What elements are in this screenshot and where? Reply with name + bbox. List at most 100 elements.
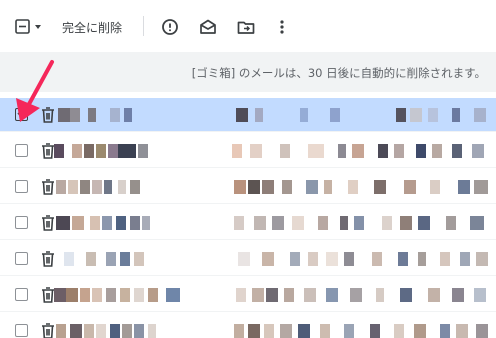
- blurred-subject: [474, 180, 488, 194]
- blurred-subject: [290, 252, 300, 266]
- blurred-subject: [292, 216, 304, 230]
- blurred-sender: [86, 252, 96, 266]
- blurred-subject: [272, 216, 284, 230]
- blurred-subject: [262, 180, 274, 194]
- blurred-subject: [382, 216, 392, 230]
- blurred-sender: [130, 180, 140, 194]
- blurred-subject: [414, 324, 426, 338]
- blurred-subject: [304, 288, 316, 302]
- blurred-subject: [394, 144, 404, 158]
- blurred-sender: [118, 180, 126, 194]
- message-row[interactable]: [0, 134, 496, 168]
- blurred-subject: [452, 108, 460, 122]
- blurred-subject: [298, 324, 310, 338]
- row-checkbox[interactable]: [15, 252, 28, 265]
- trash-icon[interactable]: [39, 213, 57, 233]
- blurred-subject: [472, 144, 484, 158]
- blurred-sender: [108, 144, 118, 158]
- message-row[interactable]: [0, 242, 496, 276]
- blurred-subject: [300, 108, 308, 122]
- row-checkbox[interactable]: [15, 108, 28, 121]
- blurred-subject: [460, 252, 470, 266]
- blurred-subject: [432, 144, 442, 158]
- blurred-subject: [456, 324, 468, 338]
- blurred-sender: [138, 144, 148, 158]
- blurred-subject: [280, 144, 290, 158]
- blurred-subject: [476, 252, 488, 266]
- blurred-subject: [470, 216, 484, 230]
- blurred-sender: [104, 180, 112, 194]
- row-checkbox[interactable]: [15, 144, 28, 157]
- blurred-subject: [248, 324, 260, 338]
- toolbar-divider: [143, 16, 144, 36]
- blurred-subject: [324, 180, 332, 194]
- row-checkbox[interactable]: [15, 288, 28, 301]
- blurred-sender: [134, 324, 144, 338]
- blurred-subject: [372, 252, 382, 266]
- blurred-subject: [284, 288, 294, 302]
- blurred-subject: [400, 288, 412, 302]
- blurred-subject: [452, 288, 464, 302]
- trash-icon[interactable]: [39, 321, 57, 338]
- blurred-subject: [458, 180, 470, 194]
- message-row[interactable]: [0, 170, 496, 204]
- blurred-sender: [54, 144, 64, 158]
- row-checkbox[interactable]: [15, 180, 28, 193]
- checkmark-icon: [17, 109, 27, 117]
- more-options-button[interactable]: [270, 15, 294, 39]
- blurred-subject: [476, 324, 488, 338]
- message-row[interactable]: [0, 314, 496, 338]
- blurred-sender: [122, 324, 132, 338]
- blurred-sender: [56, 324, 66, 338]
- report-spam-button[interactable]: [158, 15, 182, 39]
- blurred-subject: [252, 288, 264, 302]
- blurred-subject: [282, 180, 292, 194]
- blurred-sender: [88, 108, 96, 122]
- move-to-button[interactable]: [234, 15, 258, 39]
- blurred-sender: [148, 324, 156, 338]
- blurred-sender: [106, 252, 116, 266]
- blurred-sender: [96, 144, 106, 158]
- mark-unread-button[interactable]: [196, 15, 220, 39]
- trash-icon[interactable]: [39, 105, 57, 125]
- blurred-sender: [70, 108, 80, 122]
- checkbox-select-icon: [15, 19, 41, 34]
- blurred-subject: [394, 324, 404, 338]
- row-checkbox[interactable]: [15, 324, 28, 337]
- trash-notice-text: [ゴミ箱] のメールは、30 日後に自動的に削除されます。: [191, 66, 486, 80]
- select-menu[interactable]: [10, 14, 46, 40]
- report-spam-icon: [162, 19, 178, 35]
- trash-icon[interactable]: [39, 249, 57, 269]
- message-row[interactable]: [0, 206, 496, 240]
- blurred-subject: [398, 252, 408, 266]
- blurred-subject: [234, 324, 244, 338]
- blurred-subject: [306, 180, 318, 194]
- blurred-sender: [134, 288, 144, 302]
- more-vert-icon: [280, 20, 284, 34]
- message-row[interactable]: [0, 98, 496, 132]
- blurred-subject: [416, 144, 426, 158]
- blurred-subject: [452, 144, 462, 158]
- blurred-sender: [148, 288, 158, 302]
- row-checkbox[interactable]: [15, 216, 28, 229]
- blurred-sender: [120, 288, 130, 302]
- blurred-sender: [72, 144, 82, 158]
- delete-forever-label: 完全に削除: [62, 20, 123, 35]
- blurred-sender: [106, 288, 116, 302]
- message-row[interactable]: [0, 278, 496, 312]
- delete-forever-button[interactable]: 完全に削除: [62, 15, 122, 39]
- blurred-subject: [280, 324, 292, 338]
- blurred-sender: [102, 216, 112, 230]
- blurred-sender: [92, 288, 102, 302]
- blurred-sender: [66, 288, 78, 302]
- blurred-sender: [72, 216, 84, 230]
- blurred-subject: [318, 216, 328, 230]
- blurred-sender: [84, 144, 94, 158]
- blurred-subject: [238, 252, 250, 266]
- blurred-subject: [418, 216, 430, 230]
- trash-icon[interactable]: [39, 177, 57, 197]
- blurred-sender: [68, 180, 78, 194]
- blurred-sender: [84, 324, 94, 338]
- blurred-subject: [418, 252, 426, 266]
- blurred-sender: [56, 180, 66, 194]
